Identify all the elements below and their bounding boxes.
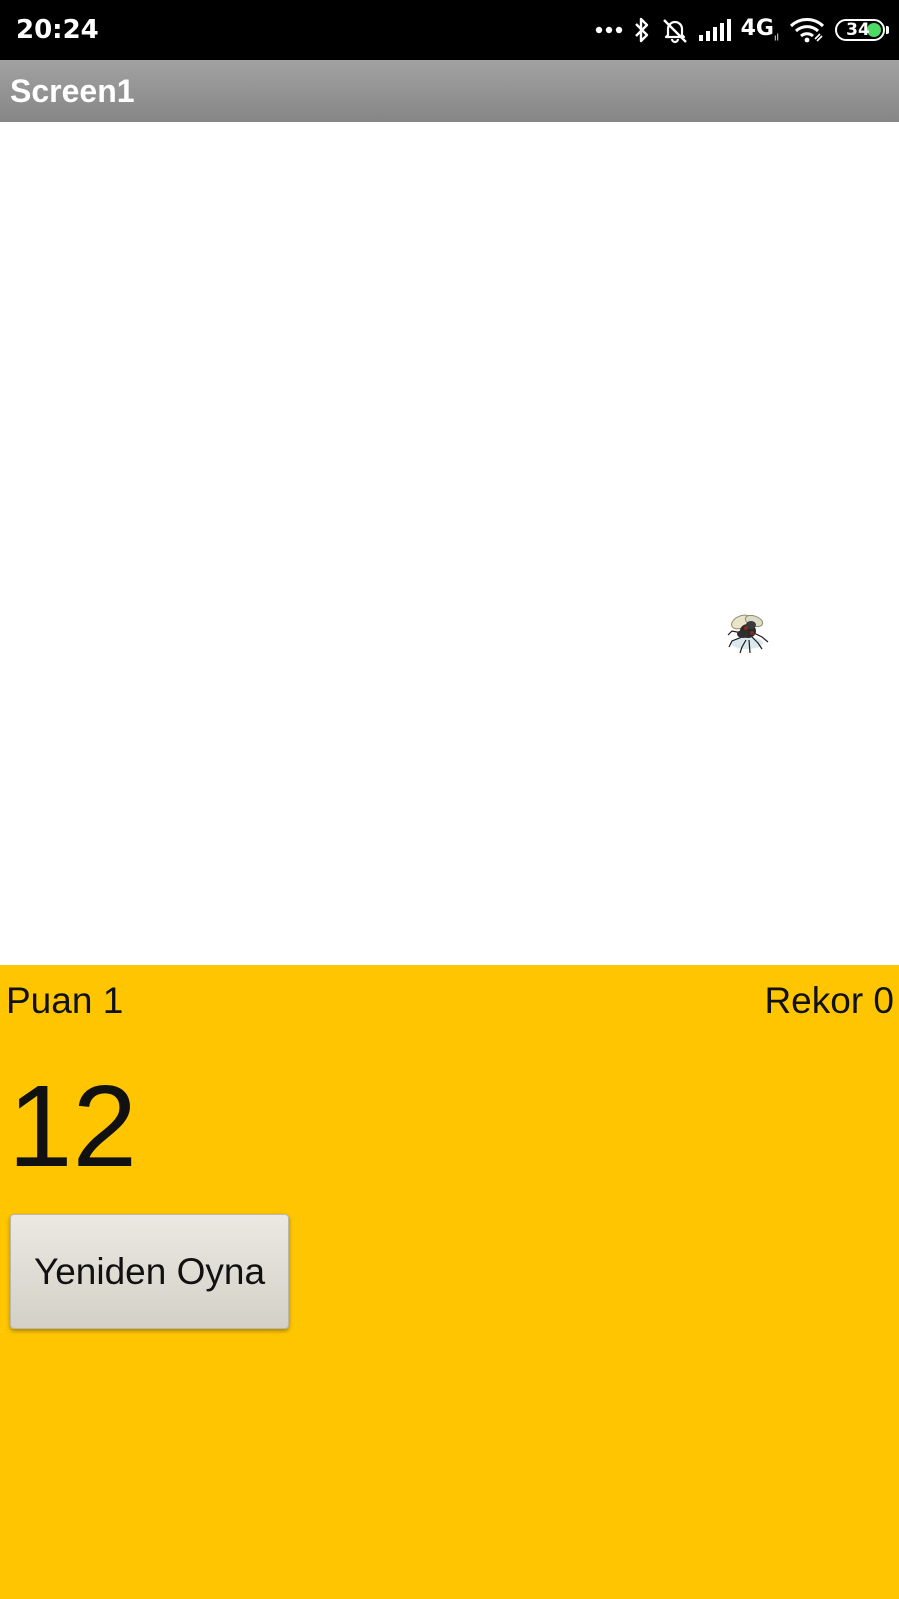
record-label: Rekor 0 (764, 980, 894, 1021)
status-icons: 4Gıl 34 (595, 12, 889, 48)
countdown-timer: 12 (8, 1061, 138, 1191)
wifi-icon (789, 17, 825, 43)
battery-cap (886, 26, 889, 34)
network-activity: ıl (773, 33, 779, 44)
score-label: Puan 1 (6, 980, 124, 1021)
score-panel: Puan 1 Rekor 0 12 Yeniden Oyna (0, 965, 899, 1599)
status-time: 20:24 (16, 15, 99, 45)
network-type-text: 4G (740, 16, 774, 42)
battery-percent: 34 (846, 20, 870, 40)
app-title-bar: Screen1 (0, 60, 899, 122)
alarm-off-icon (661, 16, 689, 44)
status-bar: 20:24 4Gıl 34 (0, 0, 899, 60)
signal-icon (698, 19, 731, 41)
battery-icon: 34 (835, 19, 889, 41)
screen-title: Screen1 (10, 73, 135, 109)
replay-button[interactable]: Yeniden Oyna (10, 1214, 289, 1329)
network-type: 4Gıl (741, 16, 779, 43)
bluetooth-icon (633, 16, 651, 44)
more-dots-icon (595, 25, 623, 35)
fly-icon[interactable] (722, 609, 776, 665)
game-canvas[interactable] (0, 122, 899, 965)
